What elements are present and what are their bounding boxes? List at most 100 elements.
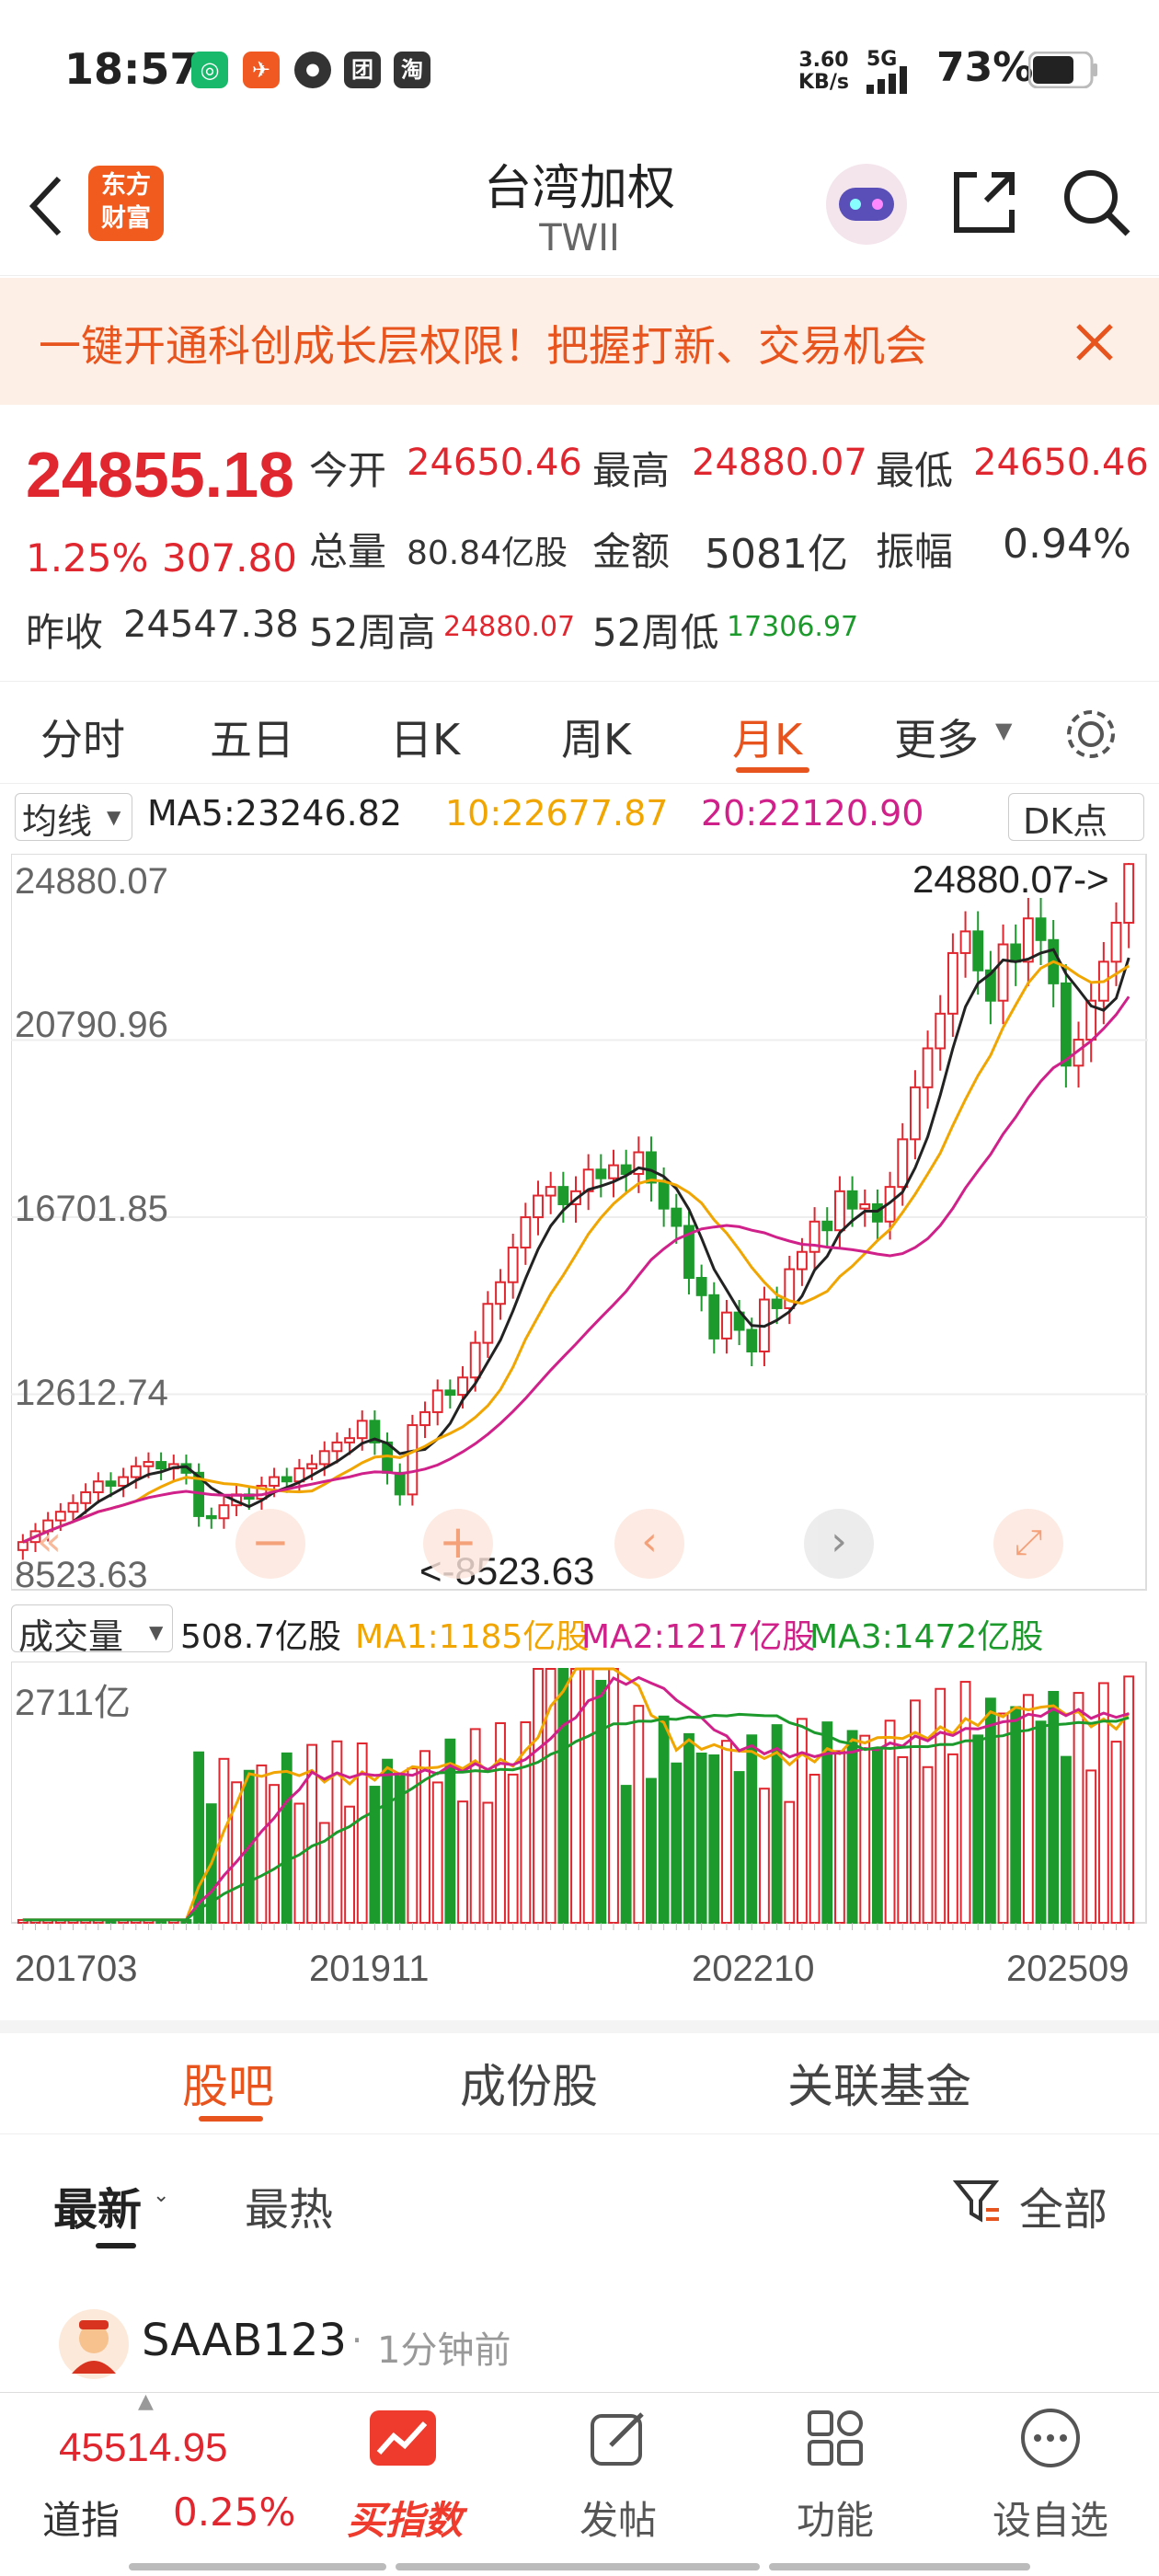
tab-daily-k[interactable]: 日K xyxy=(390,707,460,767)
volume-bar xyxy=(1010,1706,1022,1924)
dow-index-name[interactable]: 道指 xyxy=(42,2490,120,2546)
post-username[interactable]: SAAB123 xyxy=(142,2315,347,2366)
candle-body xyxy=(419,1410,430,1427)
bottom-toolbar xyxy=(0,2392,1159,2576)
candle-body xyxy=(595,1168,607,1179)
x-axis-label: 202210 xyxy=(692,1949,815,1989)
y-axis-label: 12612.74 xyxy=(15,1373,168,1413)
volume-bar xyxy=(846,1730,858,1924)
candle-body xyxy=(155,1461,167,1470)
close-icon[interactable] xyxy=(1074,322,1115,362)
tab-monthly-k[interactable]: 月K xyxy=(732,707,802,767)
volume-bar xyxy=(369,1786,381,1924)
buy-index-icon[interactable] xyxy=(368,2409,438,2467)
promo-banner-text[interactable]: 一键开通科创成长层权限！把握打新、交易机会 xyxy=(39,313,927,374)
tab-intraday[interactable]: 分时 xyxy=(40,707,125,767)
function-button[interactable]: 功能 xyxy=(762,2490,909,2546)
candle-body xyxy=(469,1341,481,1379)
volume-bar xyxy=(293,1802,305,1924)
rewind-icon[interactable]: « xyxy=(37,1518,62,1565)
tab-weekly-k[interactable]: 周K xyxy=(561,707,631,767)
candle-body xyxy=(130,1465,142,1478)
more-icon[interactable] xyxy=(1019,2407,1082,2469)
search-icon[interactable] xyxy=(1060,166,1133,239)
sort-latest[interactable]: 最新 xyxy=(53,2173,142,2237)
scroll-right-button[interactable]: › xyxy=(804,1509,874,1579)
volume-bar xyxy=(633,1705,645,1924)
candle-body xyxy=(695,1276,707,1296)
amplitude-label: 振幅 xyxy=(876,529,954,574)
candle-body xyxy=(922,1047,934,1088)
tab-five-day[interactable]: 五日 xyxy=(210,707,294,767)
candlestick-chart[interactable] xyxy=(11,854,1148,1592)
filter-icon[interactable] xyxy=(953,2177,1003,2226)
amount-value: 5081亿 xyxy=(705,531,848,578)
candle-body xyxy=(721,1311,732,1340)
volume-selector-label: 成交量 xyxy=(18,1616,124,1657)
volume-bar xyxy=(646,1777,657,1924)
volume-chart[interactable] xyxy=(11,1662,1148,1943)
sort-hot[interactable]: 最热 xyxy=(245,2173,333,2237)
volume-bar xyxy=(482,1801,494,1924)
candle-body xyxy=(205,1514,217,1520)
volume-bar xyxy=(1035,1720,1047,1924)
candle-body xyxy=(646,1151,657,1184)
volume-bar xyxy=(269,1784,281,1924)
candle-body xyxy=(1060,982,1072,1067)
post-button[interactable]: 发帖 xyxy=(545,2490,692,2546)
candle-body xyxy=(394,1471,406,1496)
candle-body xyxy=(846,1190,858,1210)
volume-bar xyxy=(1073,1692,1084,1924)
candle-body xyxy=(545,1186,557,1197)
edit-post-icon[interactable] xyxy=(589,2409,648,2467)
candle-body xyxy=(344,1437,355,1443)
tab-constituents[interactable]: 成份股 xyxy=(460,2050,598,2116)
gesture-bar xyxy=(769,2563,1030,2570)
candle-body xyxy=(821,1220,833,1232)
dow-index-value[interactable]: 45514.95 xyxy=(59,2425,228,2471)
candle-body xyxy=(935,1012,947,1050)
gear-icon[interactable] xyxy=(1061,705,1120,764)
user-avatar[interactable] xyxy=(57,2307,131,2381)
zoom-out-button[interactable]: − xyxy=(235,1509,305,1579)
candle-body xyxy=(67,1501,79,1513)
candle-body xyxy=(457,1376,468,1397)
volume-bar xyxy=(469,1728,481,1925)
open-value: 24650.46 xyxy=(407,442,582,484)
robot-assistant-icon[interactable] xyxy=(824,162,909,247)
add-watchlist-button[interactable]: 设自选 xyxy=(977,2490,1124,2546)
candle-body xyxy=(533,1194,544,1219)
volume-bar xyxy=(984,1697,996,1924)
status-bar: 18:57 ◎ ✈ ● 团 淘 3.60 KB/s 5G 73% xyxy=(0,0,1159,138)
candle-body xyxy=(331,1441,343,1453)
volume-bar xyxy=(935,1687,947,1925)
grid-icon[interactable] xyxy=(806,2409,865,2467)
filter-all[interactable]: 全部 xyxy=(1019,2173,1107,2237)
volume-bar xyxy=(507,1773,519,1925)
volume-bar xyxy=(897,1755,909,1924)
candle-body xyxy=(80,1491,92,1504)
dow-index-change[interactable]: 0.25% xyxy=(173,2490,295,2535)
low-label: 最低 xyxy=(876,448,954,493)
share-icon[interactable] xyxy=(949,167,1019,237)
tab-stock-forum[interactable]: 股吧 xyxy=(182,2050,274,2116)
volume-bar xyxy=(281,1752,293,1925)
buy-index-button[interactable]: 买指数 xyxy=(331,2490,478,2546)
tab-more[interactable]: 更多 xyxy=(894,707,979,767)
volume-bar xyxy=(733,1771,745,1924)
candle-body xyxy=(444,1389,456,1397)
candle-body xyxy=(972,930,984,972)
fullscreen-icon[interactable]: ⤢ xyxy=(993,1509,1063,1579)
volume-max-label: 2711亿 xyxy=(15,1683,132,1723)
volume-bar xyxy=(658,1715,670,1925)
y-axis-label: 20790.96 xyxy=(15,1005,168,1045)
candle-body xyxy=(658,1181,670,1210)
candle-body xyxy=(482,1303,494,1344)
tab-related-funds[interactable]: 关联基金 xyxy=(787,2050,971,2116)
candle-body xyxy=(495,1281,506,1305)
scroll-left-button[interactable]: ‹ xyxy=(614,1509,684,1579)
zoom-in-button[interactable]: + xyxy=(423,1509,493,1579)
active-tab-indicator xyxy=(736,767,809,773)
volume-bar xyxy=(947,1753,958,1924)
volume-bar xyxy=(746,1734,758,1924)
